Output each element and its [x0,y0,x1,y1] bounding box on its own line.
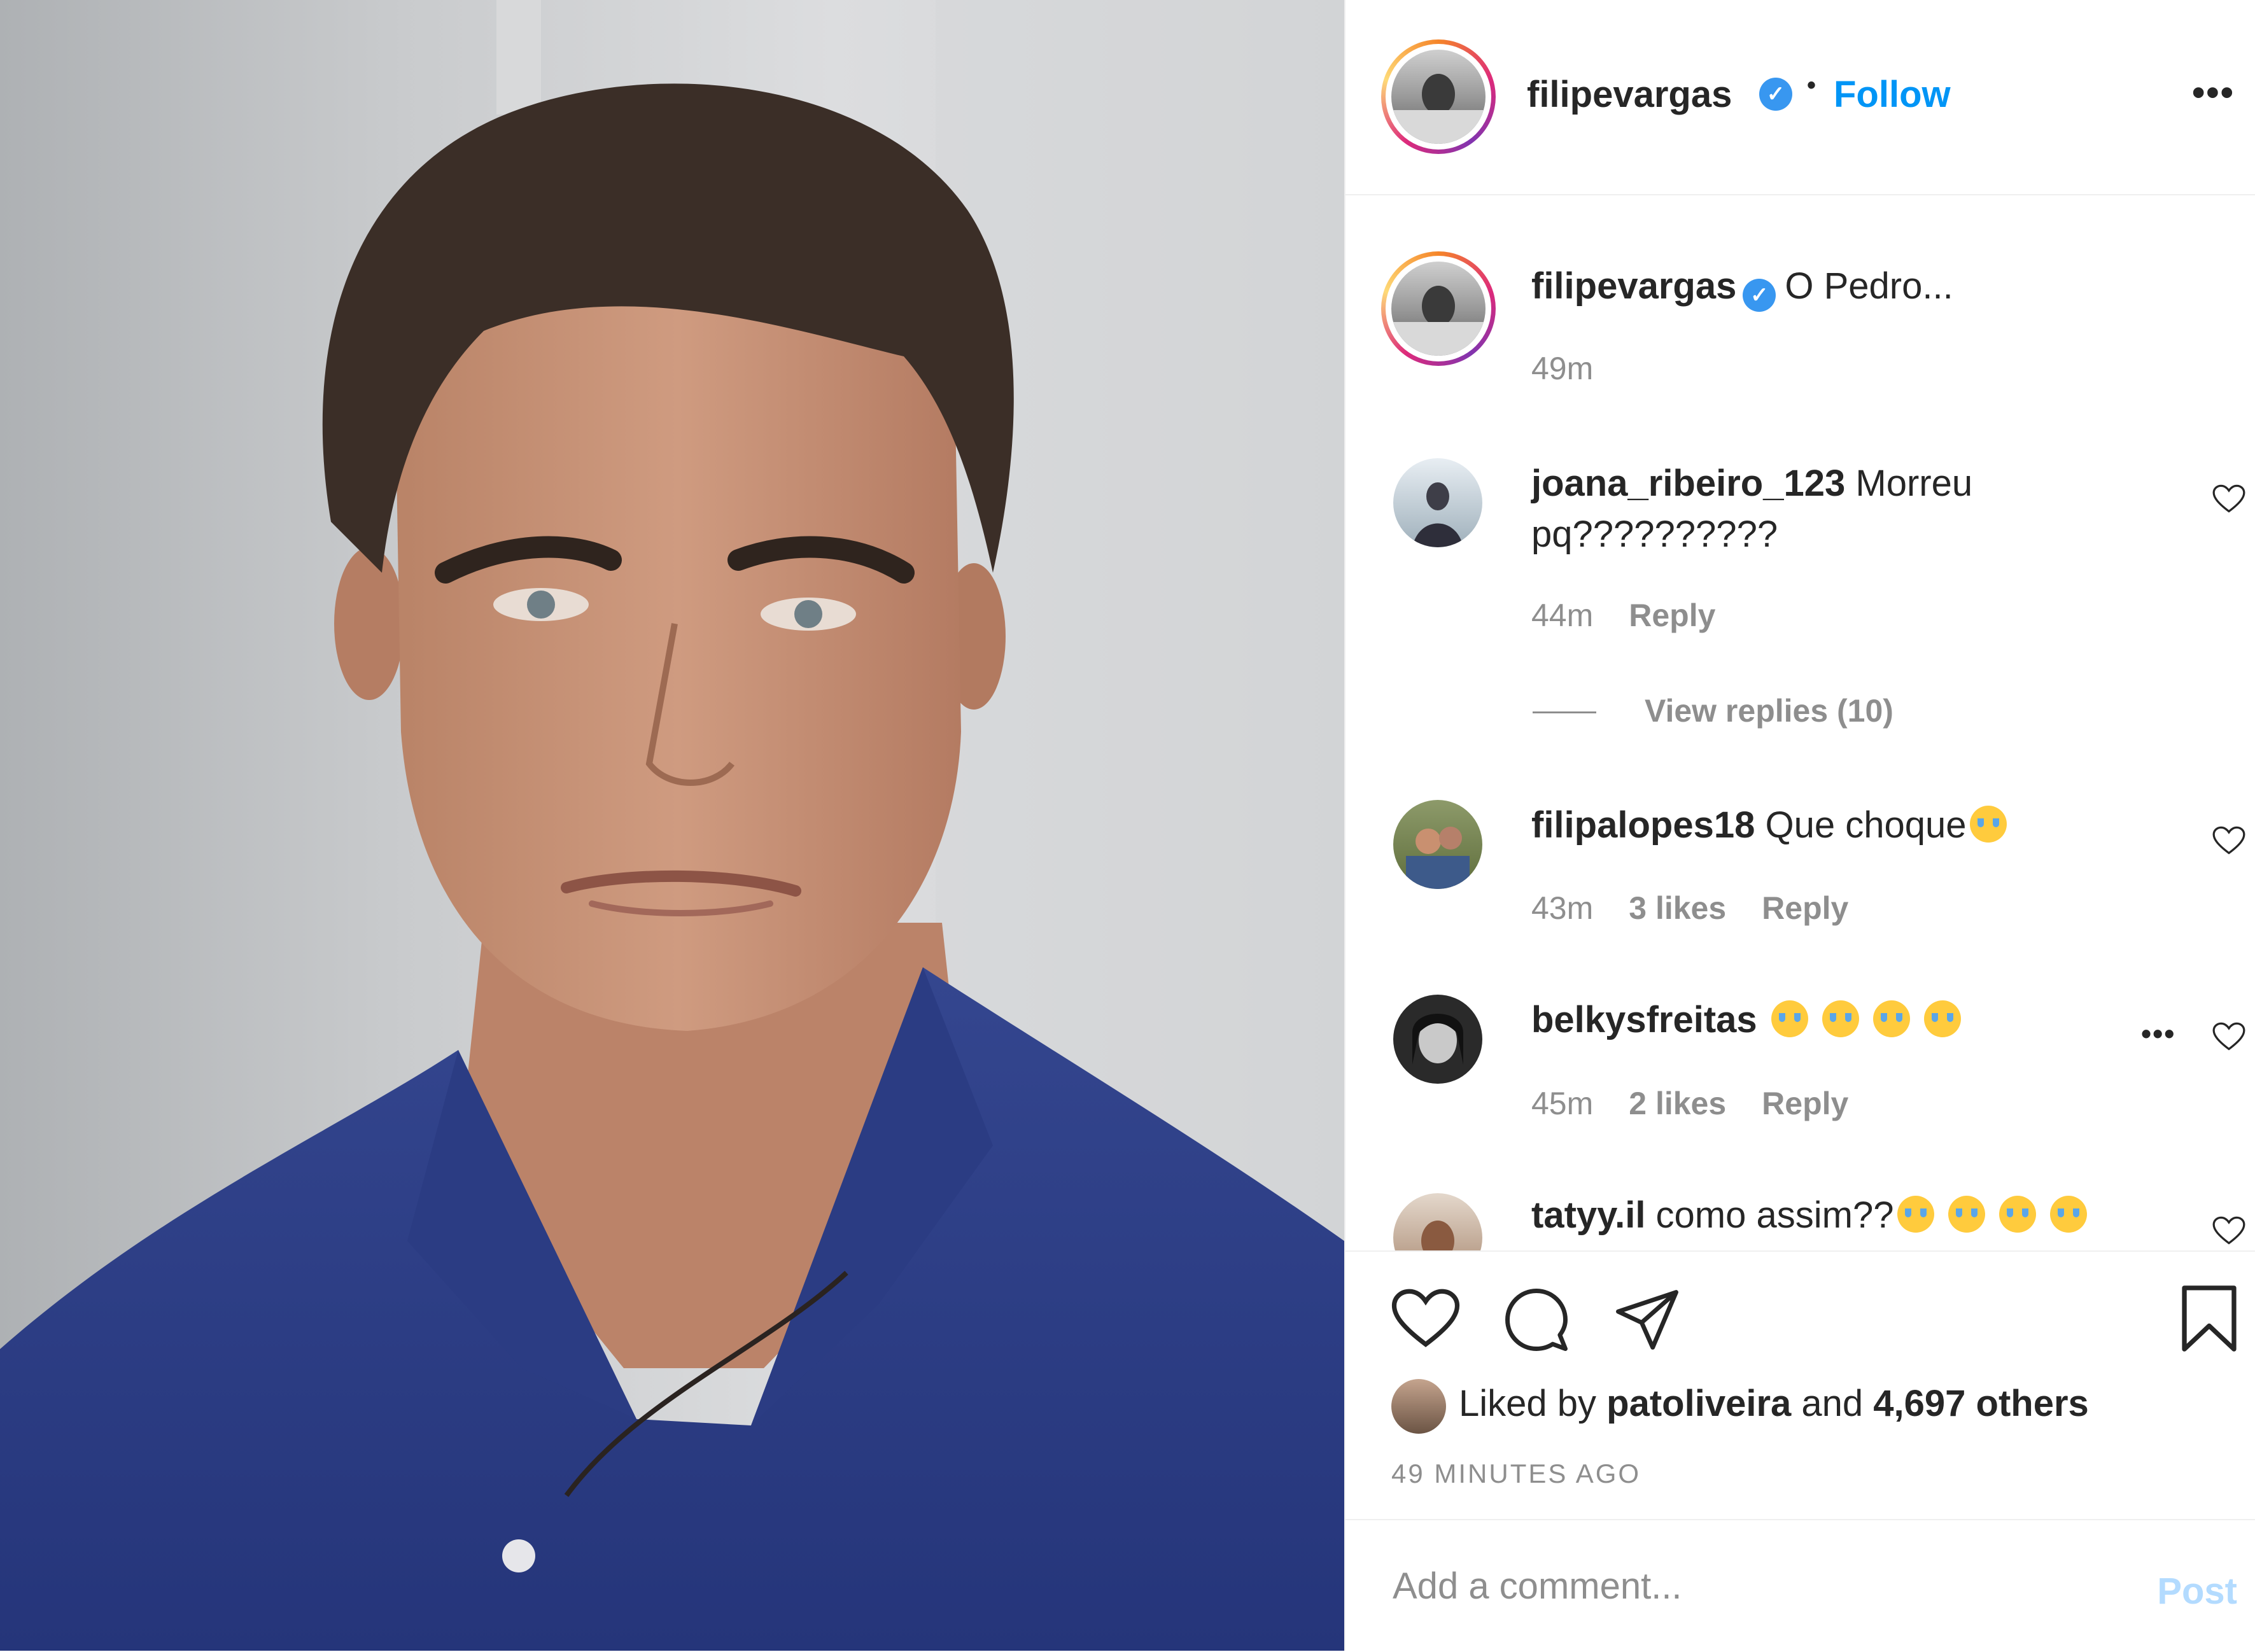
comment-username[interactable]: tatyy.il [1531,1194,1645,1236]
post-photo[interactable] [0,0,1344,1651]
comment-input[interactable] [1391,1553,2094,1618]
crying-emoji-icon [2050,1196,2088,1233]
author-avatar[interactable] [1381,39,1496,154]
comment-avatar[interactable] [1393,458,1482,547]
comment-body: Morreu [1845,463,1973,504]
crying-emoji-icon [1923,1000,1961,1037]
crying-emoji-icon [1999,1196,2037,1233]
liked-by-connector: and [1791,1383,1874,1424]
liked-by-count[interactable]: 4,697 others [1873,1383,2089,1424]
comment-avatar[interactable] [1393,800,1482,889]
post-header: filipevargas ✓ • Follow ••• [1345,0,2255,195]
follow-button[interactable]: Follow [1834,73,1951,116]
comment-time: 45m [1531,1086,1594,1121]
comment-time: 44m [1531,598,1594,633]
sad-emoji-icon [1970,806,2007,843]
comment-time: 43m [1531,890,1594,926]
comment-username[interactable]: filipalopes18 [1531,804,1755,846]
caption-text: O Pedro... [1785,265,1953,307]
author-username[interactable]: filipevargas [1527,73,1732,116]
post-actions: Liked by patoliveira and 4,697 others 49… [1345,1250,2255,1519]
comment-meta: 45m 2 likes Reply [1531,1085,1884,1122]
heart-icon[interactable] [1391,1287,1460,1350]
heart-icon[interactable] [2212,1021,2245,1052]
author-avatar-image [1391,50,1486,144]
separator-dot: • [1807,71,1816,99]
comment-body: como assim?? [1645,1194,1894,1236]
caption-time: 49m [1531,351,1594,386]
liked-by-prefix: Liked by [1459,1383,1607,1424]
view-replies-button[interactable]: View replies (10) [1645,692,1893,729]
post-timestamp[interactable]: 49 MINUTES AGO [1391,1459,1641,1489]
comments-list[interactable]: filipevargas ✓ O Pedro... 49m joana_ribeir… [1345,194,2255,1250]
comment-avatar[interactable] [1393,995,1482,1084]
heart-icon[interactable] [2212,484,2245,514]
comment-text: belkysfreitas [1531,995,1961,1046]
comment-text: joana_ribeiro_123 Morreu pq?????????? [1531,458,2104,560]
reply-button[interactable]: Reply [1762,1086,1848,1121]
crying-emoji-icon [1872,1000,1910,1037]
portrait-illustration [0,0,1344,1651]
share-icon[interactable] [1614,1287,1680,1353]
comment-avatar[interactable] [1393,1193,1482,1250]
instagram-post-view: filipevargas ✓ • Follow ••• filipevargas… [0,0,2255,1651]
caption-author-avatar[interactable] [1381,251,1496,366]
comment-text: filipalopes18 Que choque [1531,800,2007,851]
liked-by-avatar[interactable] [1391,1379,1446,1434]
comment-body: Que choque [1755,804,1967,846]
comment-username[interactable]: belkysfreitas [1531,999,1757,1040]
caption-meta: 49m [1531,350,1629,387]
comment-likes[interactable]: 3 likes [1629,890,1726,926]
post-side-panel: filipevargas ✓ • Follow ••• filipevargas… [1344,0,2255,1651]
heart-icon[interactable] [2212,825,2245,856]
verified-badge-icon: ✓ [1743,279,1776,312]
reply-button[interactable]: Reply [1762,890,1848,926]
caption-username[interactable]: filipevargas [1531,265,1736,307]
comment-meta: 43m 3 likes Reply [1531,890,1884,927]
heart-icon[interactable] [2212,1215,2245,1246]
comment-text: tatyy.il como assim?? [1531,1190,2088,1241]
add-comment-bar: Post [1345,1519,2255,1652]
bookmark-icon[interactable] [2179,1284,2239,1354]
comment-likes[interactable]: 2 likes [1629,1086,1726,1121]
crying-emoji-icon [1822,1000,1859,1037]
comment-body-continued: pq?????????? [1531,514,1778,555]
crying-emoji-icon [1897,1196,1935,1233]
comment-username[interactable]: joana_ribeiro_123 [1531,463,1845,504]
more-options-icon[interactable]: ••• [2192,71,2235,114]
crying-emoji-icon [1948,1196,1986,1233]
verified-badge-icon: ✓ [1759,78,1792,111]
comment-options-icon[interactable]: ••• [2141,1016,2175,1051]
caption-avatar-image [1391,262,1486,356]
comment-icon[interactable] [1503,1287,1570,1353]
caption: filipevargas ✓ O Pedro... [1531,261,1953,312]
reply-button[interactable]: Reply [1629,598,1715,633]
crying-emoji-icon [1771,1000,1808,1037]
comment-meta: 44m Reply [1531,597,1751,634]
liked-by-user[interactable]: patoliveira [1606,1383,1791,1424]
view-replies-line [1533,711,1596,713]
post-comment-button[interactable]: Post [2157,1570,2237,1613]
liked-by-summary: Liked by patoliveira and 4,697 others [1459,1382,2089,1425]
